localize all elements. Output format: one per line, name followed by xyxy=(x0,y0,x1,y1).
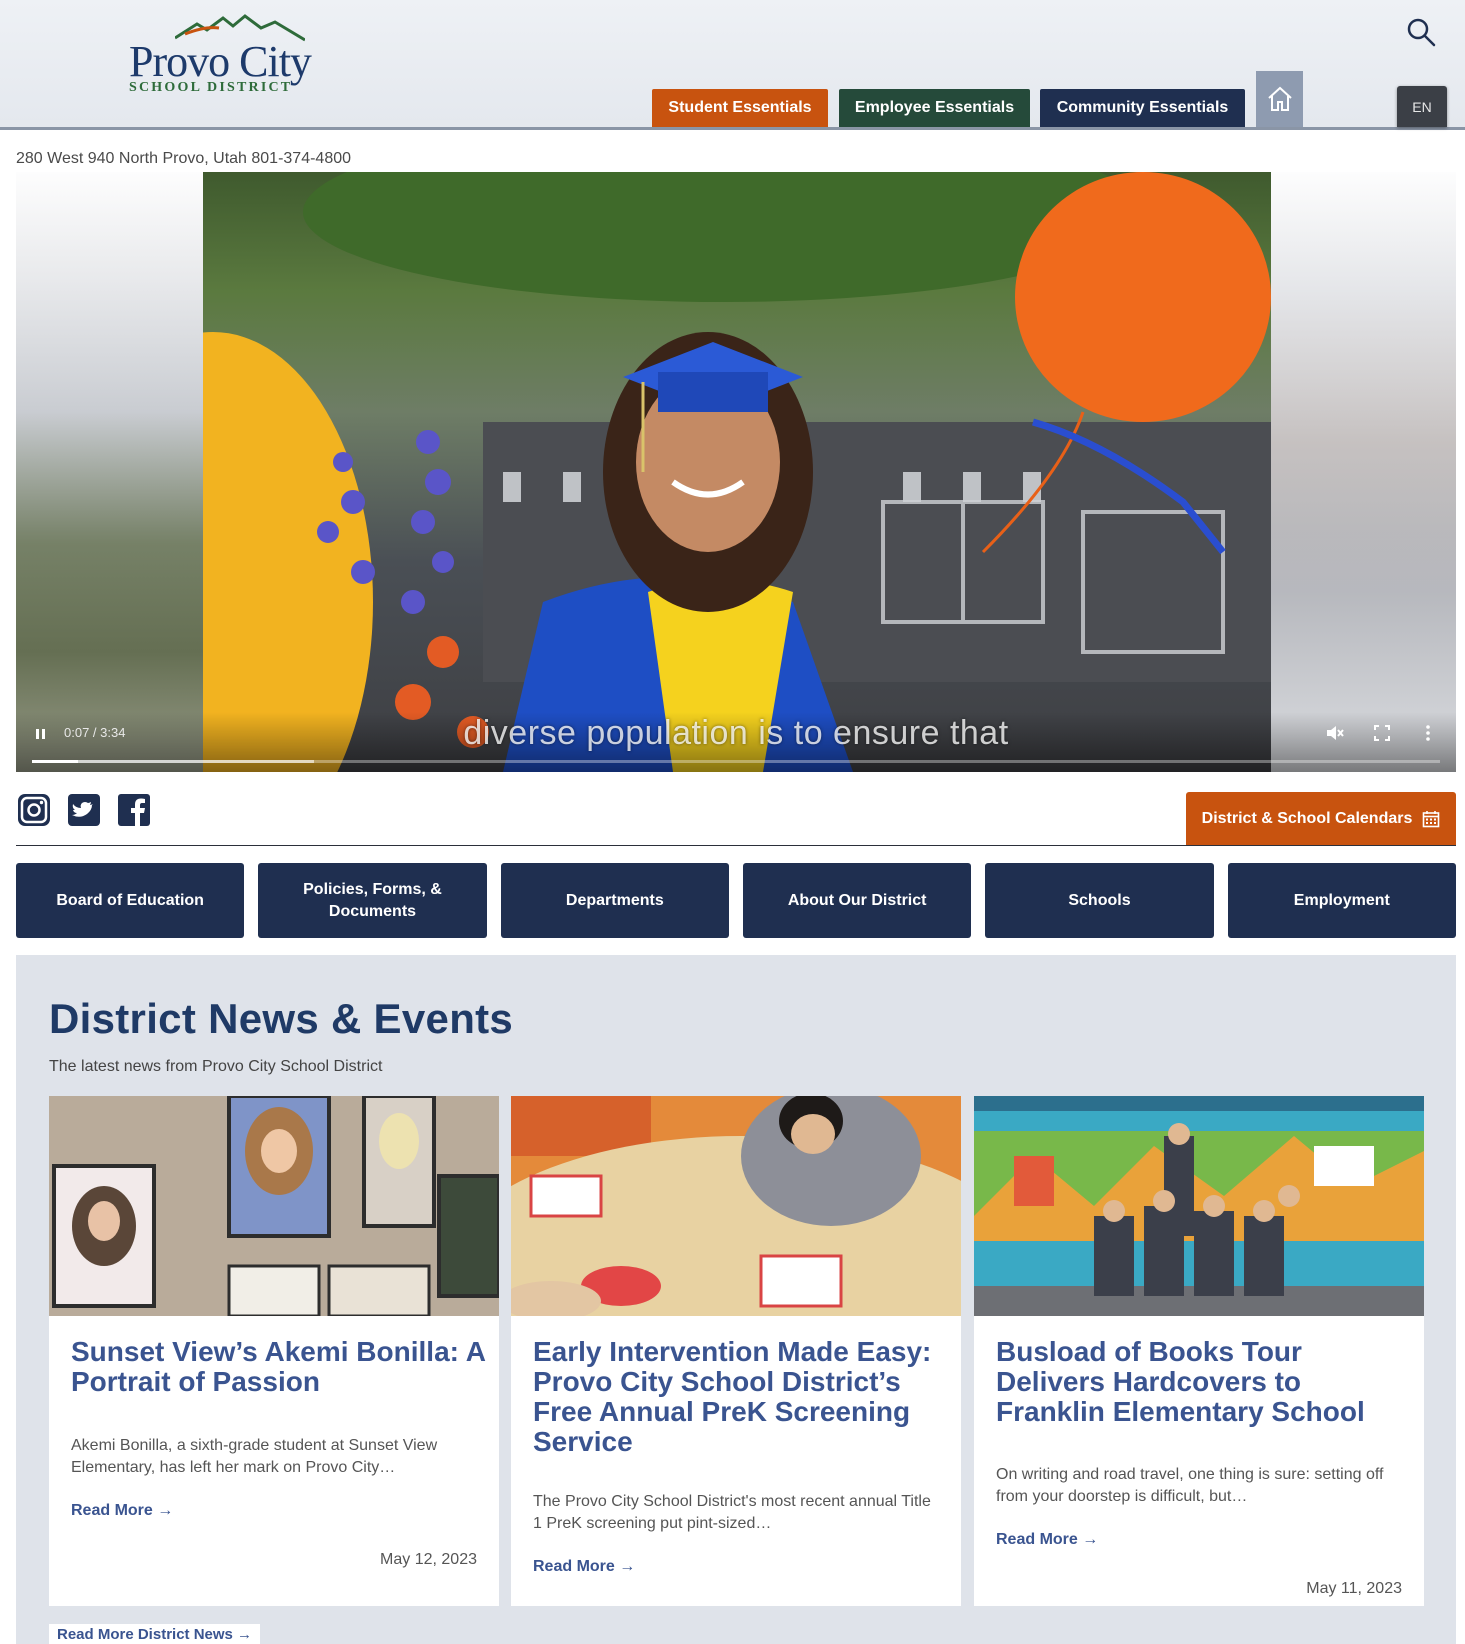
news-heading: District News & Events xyxy=(49,995,514,1042)
nav-policies-forms-documents[interactable]: Policies, Forms, & Documents xyxy=(258,863,487,938)
fullscreen-icon[interactable] xyxy=(1372,723,1392,743)
logo-subtitle: SCHOOL DISTRICT xyxy=(129,80,293,95)
hero-video[interactable]: 0:07 / 3:34 diverse population is to ens… xyxy=(16,172,1456,772)
twitter-icon[interactable] xyxy=(66,792,102,828)
student-portraits-image xyxy=(49,1096,499,1316)
hero-backdrop-left xyxy=(16,172,206,772)
prek-screening-image xyxy=(511,1096,961,1316)
video-buffered xyxy=(32,760,314,763)
news-card-title[interactable]: Busload of Books Tour Delivers Hardcover… xyxy=(996,1337,1416,1427)
graduate-video-still xyxy=(203,172,1271,772)
read-more-link[interactable]: Read More → xyxy=(71,1502,173,1520)
calendars-button[interactable]: District & School Calendars xyxy=(1186,792,1456,846)
logo-wordmark: Provo City xyxy=(129,37,312,86)
nav-board-of-education[interactable]: Board of Education xyxy=(16,863,245,938)
busload-of-books-image xyxy=(974,1096,1424,1316)
instagram-icon[interactable] xyxy=(16,792,52,828)
news-card[interactable]: Early Intervention Made Easy: Provo City… xyxy=(511,1096,961,1606)
hero-backdrop-right xyxy=(1271,172,1456,772)
home-icon xyxy=(1267,86,1292,111)
mute-icon[interactable] xyxy=(1324,723,1344,743)
video-controls: 0:07 / 3:34 diverse population is to ens… xyxy=(16,712,1456,772)
site-header: Provo City SCHOOL DISTRICT Student Essen… xyxy=(0,0,1465,130)
search-icon[interactable] xyxy=(1405,16,1437,48)
news-card-title[interactable]: Sunset View’s Akemi Bonilla: A Portrait … xyxy=(71,1337,491,1397)
news-card-excerpt: On writing and road travel, one thing is… xyxy=(996,1466,1384,1505)
news-card-image[interactable] xyxy=(511,1096,961,1316)
home-button[interactable] xyxy=(1256,71,1303,127)
news-card-date: May 11, 2023 xyxy=(1306,1580,1402,1597)
section-divider xyxy=(16,845,1456,846)
nav-schools[interactable]: Schools xyxy=(985,863,1214,938)
district-logo[interactable]: Provo City SCHOOL DISTRICT xyxy=(125,14,325,98)
student-essentials-button[interactable]: Student Essentials xyxy=(652,89,828,127)
news-card-title[interactable]: Early Intervention Made Easy: Provo City… xyxy=(533,1337,963,1457)
news-card-excerpt: The Provo City School District's most re… xyxy=(533,1493,931,1532)
news-card[interactable]: Sunset View’s Akemi Bonilla: A Portrait … xyxy=(49,1096,499,1606)
language-selector[interactable]: EN xyxy=(1397,86,1447,127)
read-more-district-news-link[interactable]: Read More District News → xyxy=(49,1624,261,1644)
read-more-link[interactable]: Read More → xyxy=(996,1531,1098,1549)
nav-departments[interactable]: Departments xyxy=(500,863,729,938)
read-more-link[interactable]: Read More → xyxy=(533,1558,635,1576)
video-caption: diverse population is to ensure that xyxy=(463,714,1009,752)
nav-employment[interactable]: Employment xyxy=(1227,863,1456,938)
video-frame xyxy=(203,172,1271,772)
news-card[interactable]: Busload of Books Tour Delivers Hardcover… xyxy=(974,1096,1424,1606)
employee-essentials-button[interactable]: Employee Essentials xyxy=(839,89,1030,127)
more-options-icon[interactable] xyxy=(1418,723,1438,743)
news-card-date: May 12, 2023 xyxy=(380,1551,477,1568)
news-card-image[interactable] xyxy=(974,1096,1424,1316)
calendar-icon xyxy=(1423,811,1440,828)
news-subheading: The latest news from Provo City School D… xyxy=(49,1058,383,1075)
news-card-image[interactable] xyxy=(49,1096,499,1316)
news-card-excerpt: Akemi Bonilla, a sixth-grade student at … xyxy=(71,1437,438,1476)
video-progress-bar[interactable] xyxy=(32,760,1440,763)
calendars-button-label: District & School Calendars xyxy=(1201,810,1413,827)
nav-about-our-district[interactable]: About Our District xyxy=(742,863,972,938)
news-section: District News & Events The latest news f… xyxy=(16,955,1456,1644)
community-essentials-button[interactable]: Community Essentials xyxy=(1040,89,1245,127)
main-nav: Board of Education Policies, Forms, & Do… xyxy=(16,863,1456,938)
facebook-icon[interactable] xyxy=(116,792,152,828)
district-address: 280 West 940 North Provo, Utah 801-374-4… xyxy=(16,150,352,167)
